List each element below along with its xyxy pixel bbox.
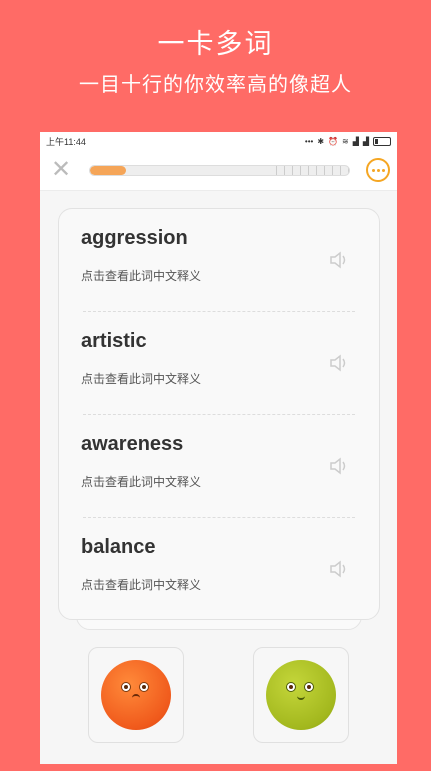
promo-title: 一卡多词 (157, 29, 274, 60)
eye (304, 682, 314, 692)
word-hint[interactable]: 点击查看此词中文释义 (81, 473, 201, 490)
word-text: aggression (81, 227, 188, 249)
speaker-icon[interactable] (327, 352, 349, 374)
status-time: 上午11:44 (46, 136, 86, 147)
word-hint[interactable]: 点击查看此词中文释义 (81, 576, 201, 593)
green-face-icon (266, 660, 336, 730)
promo-subtitle: 一目十行的你效率高的像超人 (79, 72, 352, 96)
eye (121, 682, 131, 692)
progress-segments (269, 166, 349, 175)
battery-icon (373, 136, 391, 146)
status-bar: 上午11:44 ••• ✱ ⏰ ≋ ▟ ▟ (40, 132, 397, 150)
dont-know-button[interactable] (88, 647, 184, 743)
speaker-icon[interactable] (327, 455, 349, 477)
eye (139, 682, 149, 692)
signal-icon: ▟ (352, 136, 359, 146)
wifi-icon: ≋ (341, 136, 349, 146)
speaker-icon[interactable] (327, 558, 349, 580)
more-button[interactable] (366, 158, 390, 182)
progress-fill (90, 166, 127, 175)
phone-screen: 上午11:44 ••• ✱ ⏰ ≋ ▟ ▟ ✕ aggression 点击查看此… (40, 132, 397, 764)
close-button[interactable]: ✕ (50, 155, 72, 183)
alarm-icon: ⏰ (328, 136, 338, 146)
word-text: balance (81, 536, 156, 558)
word-row[interactable]: balance 点击查看此词中文释义 (59, 518, 379, 621)
mouth (132, 694, 140, 700)
word-card: aggression 点击查看此词中文释义 artistic 点击查看此词中文释… (58, 208, 380, 620)
more-icon-dot (381, 168, 385, 172)
progress-bar (89, 165, 350, 176)
speaker-icon[interactable] (327, 249, 349, 271)
word-hint[interactable]: 点击查看此词中文释义 (81, 267, 201, 284)
word-hint[interactable]: 点击查看此词中文释义 (81, 370, 201, 387)
word-text: awareness (81, 433, 184, 455)
close-icon: ✕ (50, 155, 72, 183)
mouth (297, 694, 305, 700)
more-icon-dot (376, 168, 380, 172)
orange-face-icon (101, 660, 171, 730)
signal-icon: ▟ (362, 136, 369, 146)
more-icon (371, 168, 375, 172)
eye (286, 682, 296, 692)
know-button[interactable] (253, 647, 349, 743)
bluetooth-icon: ✱ (317, 136, 325, 146)
word-row[interactable]: aggression 点击查看此词中文释义 (59, 209, 379, 312)
word-row[interactable]: awareness 点击查看此词中文释义 (59, 415, 379, 518)
status-icons: ••• ✱ ⏰ ≋ ▟ ▟ (304, 136, 391, 146)
word-text: artistic (81, 330, 147, 352)
app-header: ✕ (40, 150, 397, 191)
word-row[interactable]: artistic 点击查看此词中文释义 (59, 312, 379, 415)
dots-icon: ••• (304, 136, 314, 146)
